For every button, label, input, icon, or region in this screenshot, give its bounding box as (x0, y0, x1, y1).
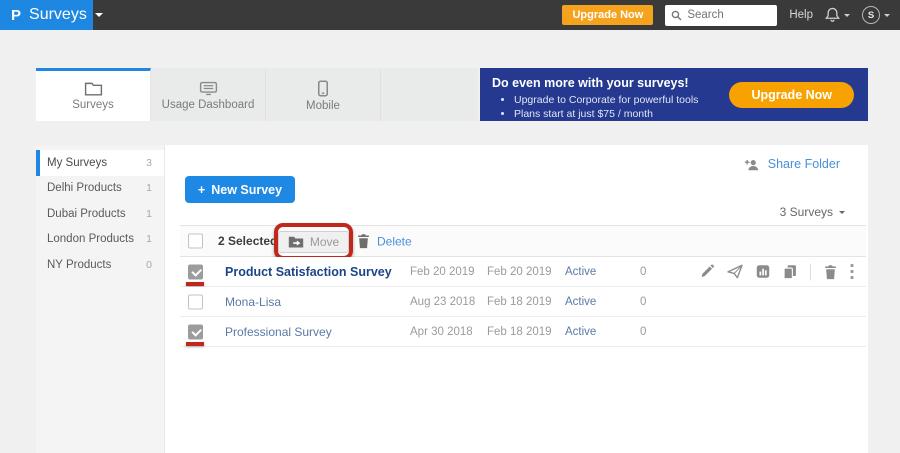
tab-mobile[interactable]: Mobile (266, 68, 381, 121)
sidebar-item-delhi-products[interactable]: Delhi Products 1 (36, 176, 164, 202)
new-survey-label: New Survey (211, 183, 282, 197)
folder-label: London Products (47, 233, 134, 245)
search-box[interactable] (665, 5, 777, 26)
folder-count: 1 (146, 182, 152, 194)
sidebar-item-my-surveys[interactable]: My Surveys 3 (36, 150, 164, 176)
row-checkbox[interactable] (188, 294, 203, 309)
created-date: Apr 30 2018 (410, 326, 473, 338)
status-link[interactable]: Active (565, 326, 596, 338)
modified-date: Feb 18 2019 (487, 296, 552, 308)
banner-upgrade-button[interactable]: Upgrade Now (729, 82, 854, 108)
created-date: Aug 23 2018 (410, 296, 475, 308)
row-checkbox[interactable] (188, 264, 203, 279)
responses-count: 0 (640, 326, 646, 338)
annotation-underline (186, 342, 204, 346)
chevron-down-icon (95, 13, 103, 17)
folder-count: 0 (146, 259, 152, 271)
dashboard-icon (199, 81, 218, 96)
created-date: Feb 20 2019 (410, 266, 475, 278)
annotation-highlight-box: Move (274, 223, 353, 260)
folders-sidebar: My Surveys 3 Delhi Products 1 Dubai Prod… (36, 145, 165, 453)
notifications-menu[interactable] (825, 7, 850, 23)
folder-count: 1 (146, 233, 152, 245)
status-link[interactable]: Active (565, 266, 596, 278)
bell-icon (825, 7, 840, 23)
upgrade-now-button[interactable]: Upgrade Now (562, 5, 653, 25)
chevron-down-icon (839, 211, 845, 214)
table-row: Professional Survey Apr 30 2018 Feb 18 2… (180, 317, 866, 347)
tab-label: Surveys (72, 99, 114, 111)
move-label: Move (310, 235, 339, 249)
modified-date: Feb 18 2019 (487, 326, 552, 338)
more-options-icon[interactable] (850, 264, 854, 280)
banner-bullet: Plans start at just $75 / month (514, 107, 856, 121)
product-switcher[interactable]: P Surveys (0, 0, 93, 30)
sidebar-item-ny-products[interactable]: NY Products 0 (36, 252, 164, 278)
responses-count: 0 (640, 296, 646, 308)
move-to-folder-icon (288, 235, 304, 248)
survey-title-link[interactable]: Professional Survey (225, 325, 332, 339)
avatar: S (862, 6, 880, 24)
plus-icon: + (198, 183, 205, 197)
trash-icon (357, 234, 370, 249)
delete-row-icon[interactable] (824, 264, 837, 279)
share-folder-label: Share Folder (768, 157, 840, 171)
account-menu[interactable]: S (862, 6, 890, 24)
folder-label: My Surveys (47, 157, 107, 169)
sidebar-item-dubai-products[interactable]: Dubai Products 1 (36, 201, 164, 227)
delete-selected-button[interactable]: Delete (357, 234, 412, 249)
reports-icon[interactable] (756, 265, 770, 279)
survey-title-link[interactable]: Mona-Lisa (225, 295, 281, 309)
content-panel: My Surveys 3 Delhi Products 1 Dubai Prod… (36, 145, 868, 453)
duplicate-icon[interactable] (783, 264, 797, 279)
chevron-down-icon (844, 14, 850, 17)
row-checkbox[interactable] (188, 324, 203, 339)
section-tabs: Surveys Usage Dashboard Mobile (36, 68, 478, 121)
folder-count: 3 (146, 157, 152, 169)
edit-icon[interactable] (700, 265, 714, 279)
sidebar-item-london-products[interactable]: London Products 1 (36, 227, 164, 253)
table-row: Product Satisfaction Survey Feb 20 2019 … (180, 257, 866, 287)
folder-label: Dubai Products (47, 208, 126, 220)
promo-banner: Do even more with your surveys! Upgrade … (480, 68, 868, 121)
annotation-underline (186, 282, 204, 286)
send-icon[interactable] (727, 265, 743, 279)
folder-count: 1 (146, 208, 152, 220)
modified-date: Feb 20 2019 (487, 266, 552, 278)
add-person-icon (744, 158, 761, 171)
search-input[interactable] (687, 9, 767, 21)
app-screen: P Surveys Upgrade Now Help S (0, 0, 900, 453)
tab-usage-dashboard[interactable]: Usage Dashboard (151, 68, 266, 121)
folder-label: NY Products (47, 259, 111, 271)
actions-divider (810, 263, 811, 280)
folder-icon (84, 81, 103, 96)
status-link[interactable]: Active (565, 296, 596, 308)
folder-label: Delhi Products (47, 182, 122, 194)
survey-title-link[interactable]: Product Satisfaction Survey (225, 265, 392, 279)
tab-label: Mobile (306, 100, 340, 112)
surveys-count-dropdown[interactable]: 3 Surveys (780, 205, 845, 219)
help-link[interactable]: Help (789, 9, 813, 21)
selected-count-label: 2 Selected (218, 234, 277, 248)
surveys-count-label: 3 Surveys (780, 205, 833, 219)
responses-count: 0 (640, 266, 646, 278)
share-folder-link[interactable]: Share Folder (744, 157, 840, 171)
surveys-table: 2 Selected Move Delete (180, 225, 866, 347)
row-actions (700, 263, 854, 280)
search-icon (671, 10, 682, 21)
chevron-down-icon (884, 14, 890, 17)
select-all-checkbox[interactable] (188, 234, 203, 249)
selection-header-row: 2 Selected Move Delete (180, 225, 866, 257)
topbar-actions: Upgrade Now Help S (562, 5, 900, 26)
brand-logo: P (11, 8, 21, 23)
mobile-icon (317, 80, 329, 97)
delete-label: Delete (377, 234, 412, 248)
top-bar: P Surveys Upgrade Now Help S (0, 0, 900, 30)
tab-surveys[interactable]: Surveys (36, 68, 151, 121)
tab-label: Usage Dashboard (162, 99, 255, 111)
product-name: Surveys (29, 6, 87, 24)
table-row: Mona-Lisa Aug 23 2018 Feb 18 2019 Active… (180, 287, 866, 317)
new-survey-button[interactable]: + New Survey (185, 176, 295, 203)
move-button[interactable]: Move (278, 231, 349, 253)
